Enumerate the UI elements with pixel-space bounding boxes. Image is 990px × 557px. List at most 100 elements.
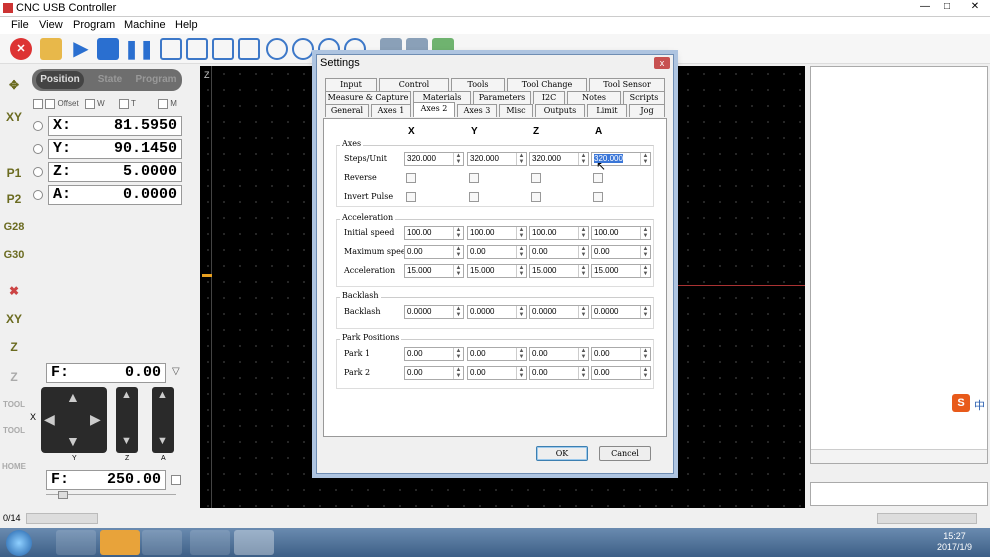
accel-z-input[interactable]: 15.000 ▲ ▼	[529, 264, 589, 278]
ime-mode-label[interactable]: 中	[974, 397, 985, 413]
minimize-icon[interactable]: —	[915, 0, 935, 14]
invert-y-checkbox[interactable]	[469, 192, 479, 202]
tab-limit[interactable]: Limit	[587, 104, 627, 117]
backlash-z-input[interactable]: 0.0000 ▲ ▼	[529, 305, 589, 319]
coord-y-display[interactable]: Y: 90.1450	[48, 139, 182, 159]
home-button[interactable]: HOME	[2, 455, 26, 479]
spin-arrows-icon[interactable]: ▲ ▼	[640, 348, 650, 360]
start-icon[interactable]	[6, 530, 32, 556]
spin-arrows-icon[interactable]: ▲ ▼	[516, 348, 526, 360]
menu-file[interactable]: File	[11, 19, 29, 31]
feed-dropdown-icon[interactable]: ▽	[172, 366, 180, 377]
zoom-in-icon[interactable]	[266, 38, 288, 60]
jog-a-pad[interactable]: ▲ ▼	[152, 387, 174, 453]
play-icon[interactable]: ▶	[70, 38, 92, 60]
invert-x-checkbox[interactable]	[406, 192, 416, 202]
jog-z-pad[interactable]: ▲ ▼	[116, 387, 138, 453]
reverse-x-checkbox[interactable]	[406, 173, 416, 183]
view-top-icon[interactable]	[238, 38, 260, 60]
maximum-a-input[interactable]: 0.00 ▲ ▼	[591, 245, 651, 259]
accel-y-input[interactable]: 15.000 ▲ ▼	[467, 264, 527, 278]
spin-arrows-icon[interactable]: ▲ ▼	[640, 153, 650, 165]
tab-input[interactable]: Input	[325, 78, 377, 91]
coord-x-display[interactable]: X: 81.5950	[48, 116, 182, 136]
initial-x-input[interactable]: 100.00 ▲ ▼	[404, 226, 464, 240]
maximize-icon[interactable]: □	[937, 0, 957, 14]
spin-arrows-icon[interactable]: ▲ ▼	[578, 246, 588, 258]
coord-a-display[interactable]: A: 0.0000	[48, 185, 182, 205]
accel-x-input[interactable]: 15.000 ▲ ▼	[404, 264, 464, 278]
spin-arrows-icon[interactable]: ▲ ▼	[578, 348, 588, 360]
reverse-a-checkbox[interactable]	[593, 173, 603, 183]
spin-arrows-icon[interactable]: ▲ ▼	[578, 306, 588, 318]
reverse-z-checkbox[interactable]	[531, 173, 541, 183]
menu-view[interactable]: View	[39, 19, 63, 31]
park2-z-input[interactable]: 0.00 ▲ ▼	[529, 366, 589, 380]
listing-scrollbar[interactable]	[811, 449, 987, 463]
view-iso-icon[interactable]	[160, 38, 182, 60]
spin-arrows-icon[interactable]: ▲ ▼	[453, 153, 463, 165]
reverse-y-checkbox[interactable]	[469, 173, 479, 183]
maximum-z-input[interactable]: 0.00 ▲ ▼	[529, 245, 589, 259]
jog-xy-pad[interactable]: ▲ ▼ ◀ ▶	[41, 387, 107, 453]
park2-y-input[interactable]: 0.00 ▲ ▼	[467, 366, 527, 380]
spin-arrows-icon[interactable]: ▲ ▼	[578, 265, 588, 277]
spin-arrows-icon[interactable]: ▲ ▼	[453, 306, 463, 318]
spin-arrows-icon[interactable]: ▲ ▼	[640, 306, 650, 318]
segment-position[interactable]: Position	[36, 71, 84, 89]
tab-i2c[interactable]: I2C	[533, 91, 565, 104]
jog-z-up-icon[interactable]: ▲	[121, 389, 132, 401]
g30-button[interactable]: G30	[2, 243, 26, 267]
spin-arrows-icon[interactable]: ▲ ▼	[453, 265, 463, 277]
spin-arrows-icon[interactable]: ▲ ▼	[578, 153, 588, 165]
steps-y-input[interactable]: 320.000 ▲ ▼	[467, 152, 527, 166]
feed-slider[interactable]	[46, 491, 176, 502]
goto-zero-xy-button[interactable]: XY	[2, 105, 26, 129]
taskbar-ie-icon[interactable]	[142, 530, 182, 555]
jog-down-icon[interactable]: ▼	[66, 433, 80, 449]
backlash-a-input[interactable]: 0.0000 ▲ ▼	[591, 305, 651, 319]
coord-z-radio[interactable]	[33, 167, 43, 177]
mdi-input[interactable]	[810, 482, 988, 506]
taskbar-cnc-icon[interactable]	[234, 530, 274, 555]
initial-z-input[interactable]: 100.00 ▲ ▼	[529, 226, 589, 240]
feed-slider-thumb[interactable]	[58, 491, 68, 499]
initial-y-input[interactable]: 100.00 ▲ ▼	[467, 226, 527, 240]
stop-square-icon[interactable]	[97, 38, 119, 60]
tab-measure-capture[interactable]: Measure & Capture	[325, 91, 411, 104]
park2-a-input[interactable]: 0.00 ▲ ▼	[591, 366, 651, 380]
spin-arrows-icon[interactable]: ▲ ▼	[640, 367, 650, 379]
cancel-button[interactable]: Cancel	[599, 446, 651, 461]
tab-general[interactable]: General	[325, 104, 369, 117]
jog-right-icon[interactable]: ▶	[90, 411, 101, 428]
tab-parameters[interactable]: Parameters	[473, 91, 531, 104]
m-checkbox[interactable]	[158, 99, 168, 109]
spin-arrows-icon[interactable]: ▲ ▼	[516, 153, 526, 165]
view-side-icon[interactable]	[212, 38, 234, 60]
close-icon[interactable]: ✕	[962, 0, 988, 14]
taskbar-explorer-icon[interactable]	[190, 530, 230, 555]
spin-arrows-icon[interactable]: ▲ ▼	[578, 227, 588, 239]
spin-arrows-icon[interactable]: ▲ ▼	[516, 246, 526, 258]
goto-p2-button[interactable]: P2	[2, 187, 26, 211]
zero-all-icon[interactable]: ✖	[2, 279, 26, 303]
invert-a-checkbox[interactable]	[593, 192, 603, 202]
tab-misc[interactable]: Misc	[499, 104, 533, 117]
spin-arrows-icon[interactable]: ▲ ▼	[640, 265, 650, 277]
backlash-y-input[interactable]: 0.0000 ▲ ▼	[467, 305, 527, 319]
tool-button-1[interactable]: TOOL	[2, 393, 26, 417]
offset-checkbox[interactable]	[45, 99, 56, 109]
coord-z-display[interactable]: Z: 5.0000	[48, 162, 182, 182]
steps-z-input[interactable]: 320.000 ▲ ▼	[529, 152, 589, 166]
open-folder-icon[interactable]	[40, 38, 62, 60]
spin-arrows-icon[interactable]: ▲ ▼	[516, 265, 526, 277]
tab-axes-3[interactable]: Axes 3	[457, 104, 497, 117]
spin-arrows-icon[interactable]: ▲ ▼	[516, 367, 526, 379]
clock[interactable]: 15:27 2017/1/9	[937, 531, 972, 553]
menu-machine[interactable]: Machine	[124, 19, 166, 31]
spin-arrows-icon[interactable]: ▲ ▼	[453, 246, 463, 258]
zoom-out-icon[interactable]	[292, 38, 314, 60]
menu-program[interactable]: Program	[73, 19, 115, 31]
jog-icon[interactable]: ✥	[2, 73, 26, 97]
invert-z-checkbox[interactable]	[531, 192, 541, 202]
